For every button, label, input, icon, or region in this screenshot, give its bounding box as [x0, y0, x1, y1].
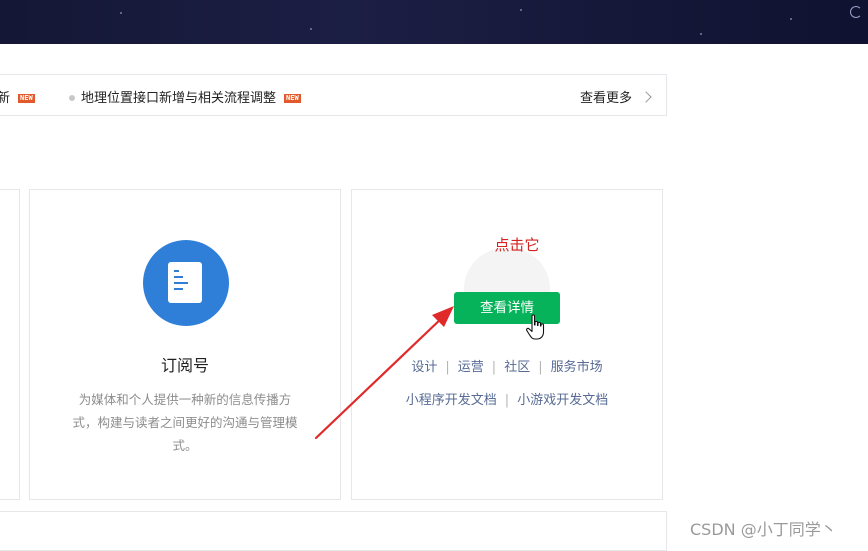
- top-banner: [0, 0, 868, 44]
- minigame-docs-link[interactable]: 小游戏开发文档: [517, 393, 608, 408]
- document-icon: [168, 262, 202, 303]
- subscription-title: 订阅号: [160, 356, 209, 375]
- new-badge: NEW: [284, 94, 301, 103]
- notice-item[interactable]: 地理位置接口新增与相关流程调整 NEW: [69, 87, 301, 106]
- notice-item[interactable]: 新 NEW: [0, 87, 35, 106]
- notice-bar: 新 NEW 地理位置接口新增与相关流程调整 NEW 查看更多: [0, 74, 667, 116]
- csdn-watermark: CSDN @小丁同学丶: [690, 520, 837, 539]
- chevron-right-icon: [640, 91, 652, 103]
- bullet-icon: [69, 94, 75, 101]
- view-more-link[interactable]: 查看更多: [579, 87, 652, 106]
- view-more-label: 查看更多: [579, 91, 632, 106]
- account-card[interactable]: [0, 189, 20, 500]
- notice-item-label: 地理位置接口新增与相关流程调整: [81, 91, 277, 106]
- community-link[interactable]: 社区: [504, 360, 530, 375]
- click-hint-annotation: 点击它: [494, 236, 540, 254]
- miniprogram-card[interactable]: 点击它 查看详情 设计 | 运营 | 社区 | 服务市场 小程序开发文档 | 小游戏开发文档: [351, 189, 663, 500]
- notice-item-label: 新: [0, 91, 11, 106]
- link-separator: |: [491, 360, 497, 375]
- link-separator: |: [504, 393, 510, 408]
- bottom-section: [0, 511, 667, 551]
- miniprogram-docs-link[interactable]: 小程序开发文档: [406, 393, 497, 408]
- miniprogram-links-row: 设计 | 运营 | 社区 | 服务市场: [352, 356, 662, 375]
- service-market-link[interactable]: 服务市场: [551, 360, 603, 375]
- link-separator: |: [445, 360, 450, 375]
- new-badge: NEW: [18, 94, 35, 103]
- moon-icon: [850, 6, 862, 18]
- design-link[interactable]: 设计: [411, 360, 437, 375]
- miniprogram-docs-row: 小程序开发文档 | 小游戏开发文档: [352, 389, 662, 408]
- subscription-icon: [143, 240, 229, 326]
- operations-link[interactable]: 运营: [458, 360, 484, 375]
- subscription-card[interactable]: 订阅号 为媒体和个人提供一种新的信息传播方式，构建与读者之间更好的沟通与管理模式…: [29, 189, 341, 500]
- link-separator: |: [538, 360, 543, 375]
- subscription-description: 为媒体和个人提供一种新的信息传播方式，构建与读者之间更好的沟通与管理模式。: [72, 392, 298, 453]
- hand-cursor-icon: [526, 314, 545, 340]
